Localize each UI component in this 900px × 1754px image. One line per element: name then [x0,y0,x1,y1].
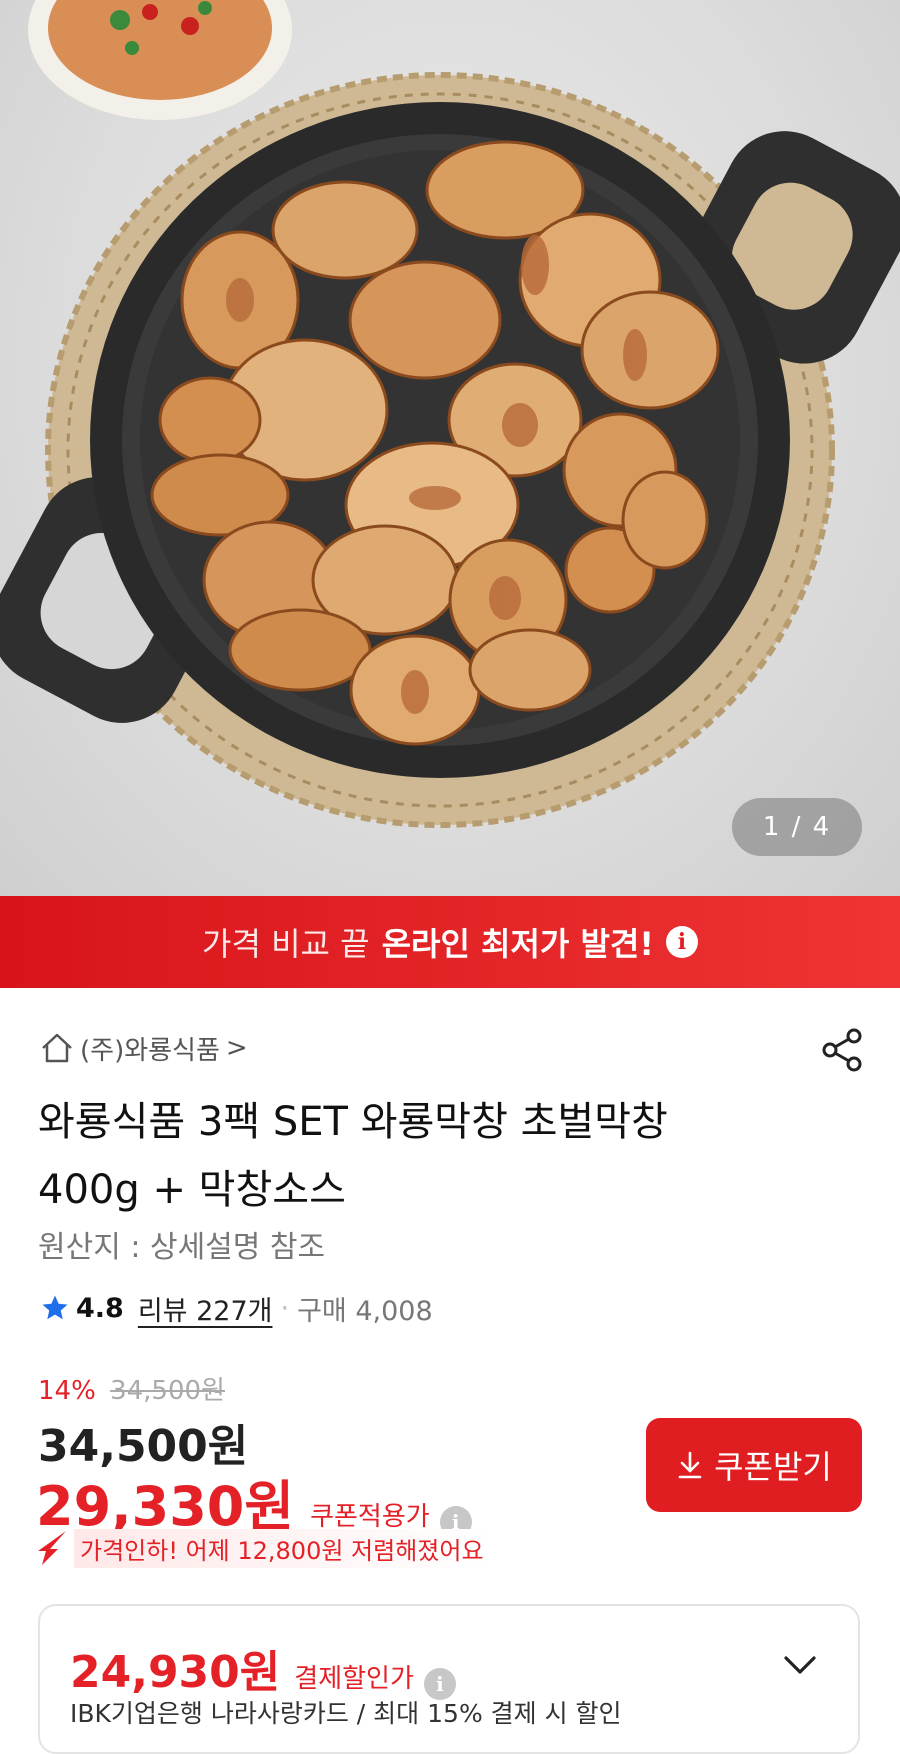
seller-link[interactable]: (주)와룡식품 > [40,1028,248,1068]
share-icon[interactable] [818,1026,866,1074]
purchase-count: 구매 4,008 [297,1295,433,1327]
info-icon[interactable]: i [665,926,698,958]
chevron-down-icon[interactable] [780,1650,820,1680]
payment-discount-card[interactable]: 24,930원 결제할인가 i IBK기업은행 나라사랑카드 / 최대 15% … [38,1604,860,1754]
seller-name: (주)와룡식품 [80,1035,220,1066]
lowest-price-banner[interactable]: 가격 비교 끝 온라인 최저가 발견! i [0,896,900,988]
rating-row: 4.8 리뷰 227개 · 구매 4,008 [40,1288,433,1328]
home-icon [42,1033,72,1063]
payment-price-row: 24,930원 결제할인가 i [70,1636,456,1700]
get-coupon-button[interactable]: 쿠폰받기 [646,1418,862,1512]
price-drop-text: 가격인하! 어제 12,800원 저렴해졌어요 [74,1528,490,1568]
download-icon [678,1451,702,1479]
banner-text: 가격 비교 끝 [202,925,370,963]
payment-price-label: 결제할인가 [294,1664,414,1694]
product-image-gallery[interactable]: 1 / 4 [0,0,900,896]
star-icon [42,1295,68,1320]
review-link[interactable]: 리뷰 227개 [138,1289,273,1328]
banner-highlight: 온라인 최저가 발견! [381,925,654,963]
price-drop-arrow-icon [38,1531,66,1565]
separator-dot: · [280,1292,290,1324]
product-title: 와룡식품 3팩 SET 와룡막창 초벌막창 400g + 막창소스 [38,1099,668,1213]
discount-percent: 14% [38,1376,96,1406]
discount-line: 14% 34,500원 [38,1370,225,1407]
chevron-right-icon: > [225,1033,248,1063]
product-photo [0,0,900,828]
payment-detail: IBK기업은행 나라사랑카드 / 최대 15% 결제 시 할인 [70,1699,622,1728]
image-counter: 1 / 4 [732,798,862,856]
product-origin: 원산지 : 상세설명 참조 [38,1230,326,1265]
original-price: 34,500원 [110,1376,225,1406]
rating-score: 4.8 [76,1292,124,1324]
coupon-button-label: 쿠폰받기 [714,1448,832,1486]
price-drop-notice: 가격인하! 어제 12,800원 저렴해졌어요 [36,1528,490,1568]
payment-price: 24,930원 [70,1647,281,1698]
